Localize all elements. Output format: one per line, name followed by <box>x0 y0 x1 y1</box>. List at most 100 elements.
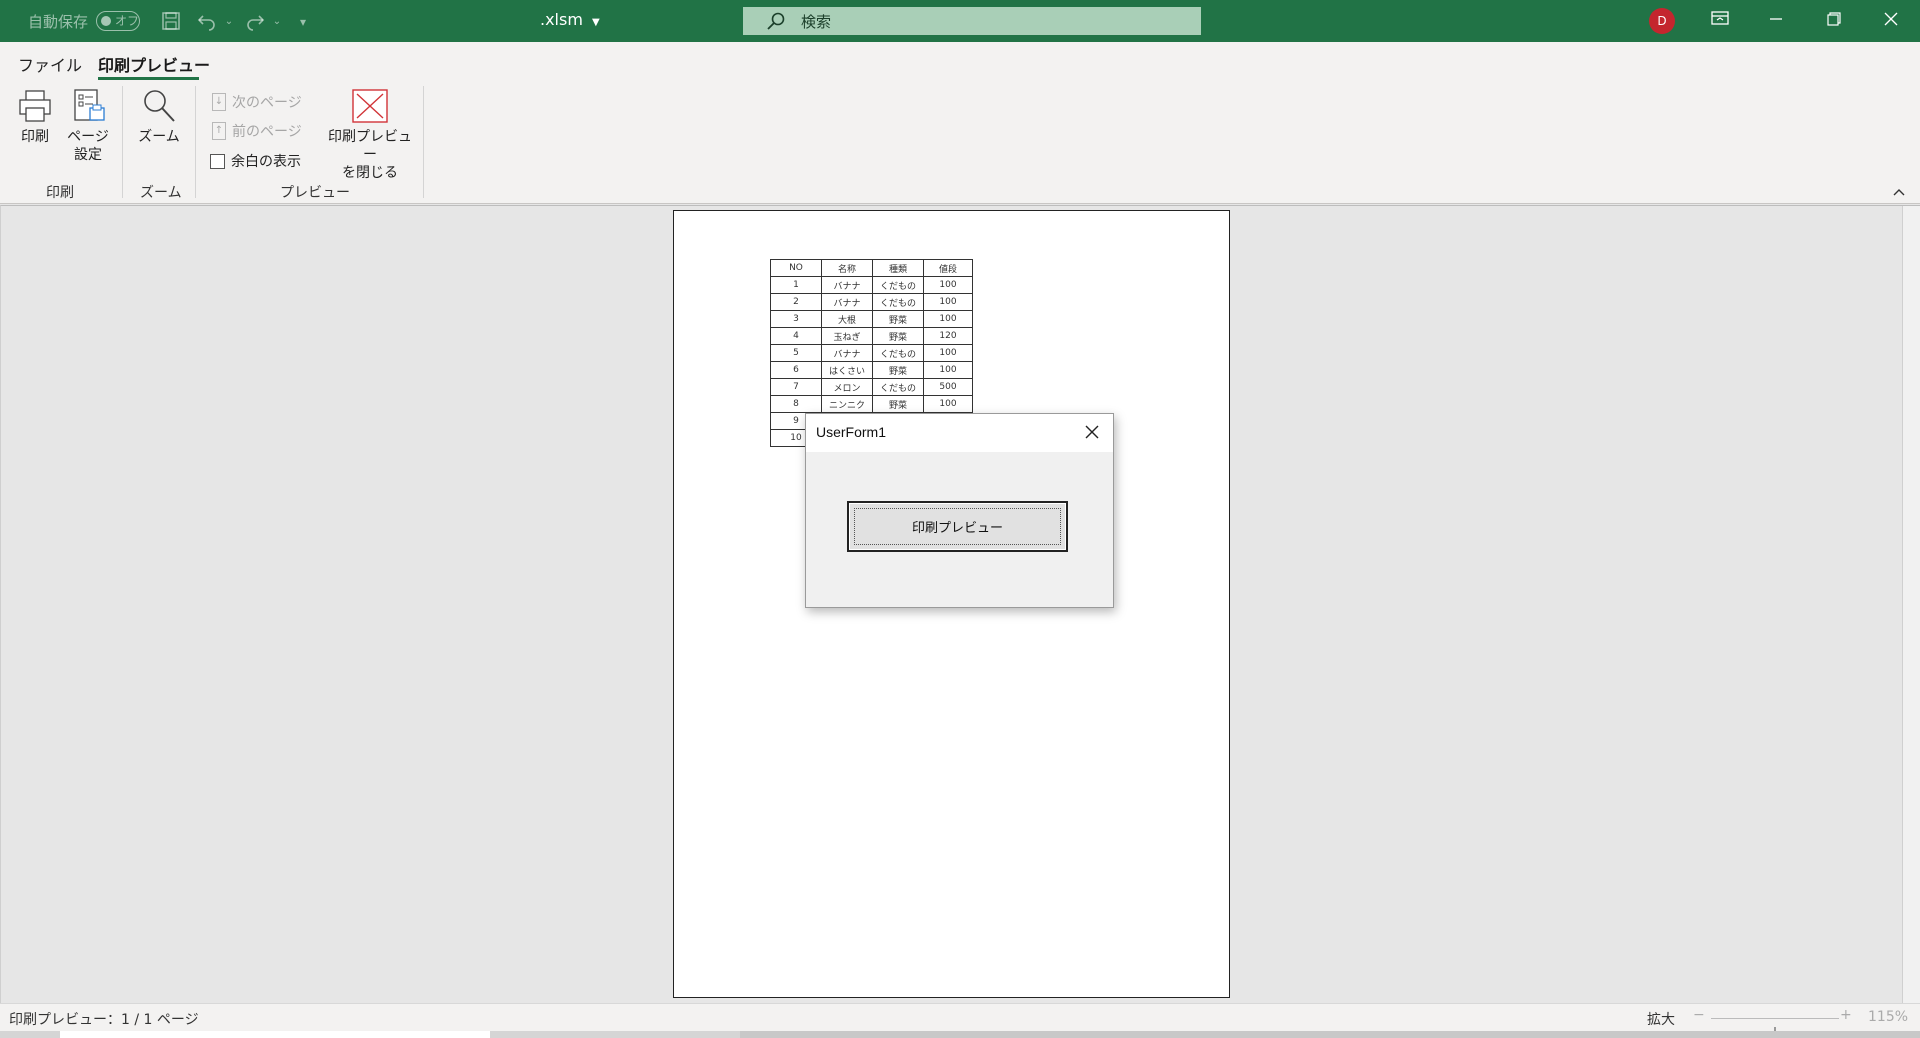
group-label-print: 印刷 <box>46 185 74 201</box>
sheet-cell: 野菜 <box>872 310 924 328</box>
sheet-row: 7 メロン くだもの 500 <box>770 378 973 396</box>
tab-file[interactable]: ファイル <box>18 52 82 76</box>
taskbar-item <box>740 1031 1920 1038</box>
ribbon: ファイル 印刷プレビュー 印刷 ページ 設定 印刷 ズーム ズーム ↓ 次のペー… <box>0 42 1920 204</box>
autosave-switch[interactable]: オフ <box>96 11 141 31</box>
sheet-cell: 4 <box>770 327 822 345</box>
sheet-cell: 1 <box>770 276 822 294</box>
vertical-scrollbar[interactable] <box>1902 206 1920 1004</box>
zoom-label: 拡大 <box>1647 1012 1675 1028</box>
focus-rectangle <box>854 508 1061 545</box>
group-label-preview: プレビュー <box>280 185 350 201</box>
next-page-button[interactable]: ↓ 次のページ <box>212 92 302 112</box>
sheet-header-cell: 値段 <box>923 259 973 277</box>
status-text: 印刷プレビュー：1 / 1 ページ <box>9 1012 199 1028</box>
close-window-icon[interactable] <box>1877 8 1905 34</box>
restore-icon[interactable] <box>1820 8 1848 34</box>
sheet-cell: くだもの <box>872 378 924 396</box>
sheet-header-cell: NO <box>770 259 822 277</box>
close-preview-icon <box>351 88 389 124</box>
save-icon[interactable] <box>160 11 182 33</box>
taskbar-edge <box>0 1031 1920 1038</box>
customize-quick-access-icon[interactable]: ▾ <box>292 11 314 33</box>
print-preview-command-button[interactable]: 印刷プレビュー <box>847 501 1068 552</box>
redo-dropdown-icon[interactable]: ⌄ <box>266 11 288 33</box>
sheet-row: 5 バナナ くだもの 100 <box>770 344 973 362</box>
search-input[interactable]: 検索 <box>743 7 1201 35</box>
taskbar-item <box>60 1031 490 1038</box>
previous-page-label: 前のページ <box>232 124 302 140</box>
print-button[interactable]: 印刷 <box>14 88 56 146</box>
show-margins-checkbox[interactable]: 余白の表示 <box>210 151 301 171</box>
file-name-dropdown-icon: ▼ <box>592 17 600 28</box>
tab-print-preview[interactable]: 印刷プレビュー <box>98 52 210 76</box>
undo-dropdown-icon[interactable]: ⌄ <box>218 11 240 33</box>
sheet-cell: 100 <box>923 293 973 311</box>
sheet-row: 6 はくさい 野菜 100 <box>770 361 973 379</box>
userform-dialog: UserForm1 印刷プレビュー <box>805 413 1114 608</box>
file-name[interactable]: .xlsm ▼ <box>540 10 600 29</box>
zoom-button-label: ズーム <box>138 129 180 145</box>
sheet-cell: 100 <box>923 276 973 294</box>
page-setup-label-line1: ページ <box>67 129 109 145</box>
ribbon-display-options-icon[interactable] <box>1706 8 1734 34</box>
previous-page-button[interactable]: ↑ 前のページ <box>212 121 302 141</box>
autosave-state: オフ <box>115 14 140 28</box>
undo-icon[interactable] <box>196 11 218 33</box>
sheet-cell: 2 <box>770 293 822 311</box>
userform-title: UserForm1 <box>816 424 887 440</box>
autosave-toggle[interactable]: 自動保存 オフ <box>28 0 141 42</box>
sheet-row: 2 バナナ くだもの 100 <box>770 293 973 311</box>
sheet-header-cell: 名称 <box>821 259 873 277</box>
sheet-cell: 100 <box>923 344 973 362</box>
zoom-button[interactable]: ズーム <box>136 88 182 146</box>
collapse-ribbon-icon[interactable] <box>1892 186 1906 200</box>
active-tab-indicator <box>98 77 199 80</box>
file-name-text: .xlsm <box>540 10 583 29</box>
sheet-cell: 7 <box>770 378 822 396</box>
magnifier-icon <box>140 88 178 124</box>
sheet-cell: バナナ <box>821 276 873 294</box>
close-preview-label-line2: を閉じる <box>342 165 398 181</box>
close-icon[interactable] <box>1083 423 1101 441</box>
minimize-icon[interactable] <box>1762 8 1790 34</box>
zoom-in-button[interactable]: + <box>1840 1007 1852 1023</box>
sheet-row: 3 大根 野菜 100 <box>770 310 973 328</box>
sheet-cell: 5 <box>770 344 822 362</box>
sheet-cell: 120 <box>923 327 973 345</box>
userform-title-bar[interactable]: UserForm1 <box>806 414 1113 452</box>
close-print-preview-button[interactable]: 印刷プレビュー を閉じる <box>322 88 418 182</box>
status-bar: 印刷プレビュー：1 / 1 ページ 拡大 − + 115% <box>0 1003 1920 1037</box>
checkbox-box[interactable] <box>210 153 225 169</box>
zoom-percentage[interactable]: 115% <box>1868 1009 1908 1025</box>
printer-icon <box>17 88 53 124</box>
sheet-header-row: NO 名称 種類 値段 <box>770 259 973 277</box>
page-setup-button[interactable]: ページ 設定 <box>66 88 110 164</box>
sheet-cell: くだもの <box>872 276 924 294</box>
search-placeholder: 検索 <box>801 12 832 31</box>
sheet-cell: くだもの <box>872 344 924 362</box>
print-button-label: 印刷 <box>21 129 49 145</box>
title-bar: 自動保存 オフ ⌄ ⌄ ▾ .xlsm ▼ 検索 D <box>0 0 1920 42</box>
close-preview-label-line1: 印刷プレビュー <box>328 129 412 163</box>
search-icon <box>765 11 791 31</box>
sheet-cell: 野菜 <box>872 395 924 413</box>
zoom-out-button[interactable]: − <box>1693 1007 1705 1023</box>
zoom-slider[interactable] <box>1711 1018 1839 1037</box>
sheet-cell: バナナ <box>821 344 873 362</box>
autosave-label: 自動保存 <box>28 12 89 31</box>
group-separator <box>195 86 196 198</box>
sheet-cell: ニンニク <box>821 395 873 413</box>
sheet-cell: 500 <box>923 378 973 396</box>
avatar[interactable]: D <box>1649 8 1675 34</box>
sheet-cell: 野菜 <box>872 361 924 379</box>
group-label-zoom: ズーム <box>140 185 182 201</box>
group-separator <box>122 86 123 198</box>
sheet-cell: はくさい <box>821 361 873 379</box>
page-setup-label-line2: 設定 <box>74 147 102 163</box>
sheet-cell: 100 <box>923 395 973 413</box>
sheet-cell: 玉ねぎ <box>821 327 873 345</box>
redo-icon[interactable] <box>244 11 266 33</box>
sheet-row: 4 玉ねぎ 野菜 120 <box>770 327 973 345</box>
sheet-cell: 100 <box>923 361 973 379</box>
